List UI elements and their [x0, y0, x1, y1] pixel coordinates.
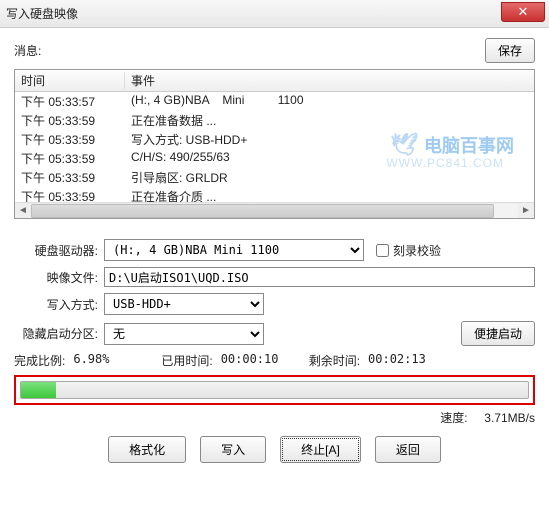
hidden-select[interactable]: 无 — [104, 323, 264, 345]
portable-boot-button[interactable]: 便捷启动 — [461, 321, 535, 346]
col-event[interactable]: 事件 — [125, 72, 534, 89]
log-row[interactable]: 下午 05:33:59正在准备数据 ... — [15, 111, 534, 130]
hidden-row: 隐藏启动分区: 无 便捷启动 — [14, 321, 535, 346]
messages-label: 消息: — [14, 42, 485, 59]
image-path-input[interactable] — [104, 267, 535, 287]
log-row[interactable]: 下午 05:33:57(H:, 4 GB)NBA Mini 1100 — [15, 92, 534, 111]
scroll-thumb[interactable] — [31, 204, 494, 218]
back-button[interactable]: 返回 — [375, 436, 441, 463]
percent-value: 6.98% — [73, 352, 153, 369]
window-title: 写入硬盘映像 — [6, 5, 78, 22]
dialog-content: 消息: 保存 时间 事件 🕊 电脑百事网 WWW.PC841.COM 下午 05… — [0, 28, 549, 473]
drive-row: 硬盘驱动器: (H:, 4 GB)NBA Mini 1100 刻录校验 — [14, 239, 535, 261]
drive-label: 硬盘驱动器: — [14, 242, 104, 259]
image-row: 映像文件: — [14, 267, 535, 287]
log-listview[interactable]: 时间 事件 🕊 电脑百事网 WWW.PC841.COM 下午 05:33:57(… — [14, 69, 535, 219]
verify-label: 刻录校验 — [393, 242, 441, 259]
elapsed-value: 00:00:10 — [221, 352, 301, 369]
messages-header-row: 消息: 保存 — [14, 38, 535, 63]
col-time[interactable]: 时间 — [15, 72, 125, 89]
percent-label: 完成比例: — [14, 352, 65, 369]
remain-label: 剩余时间: — [309, 352, 360, 369]
verify-checkbox[interactable] — [376, 244, 389, 257]
image-label: 映像文件: — [14, 269, 104, 286]
log-row[interactable]: 下午 05:33:59C/H/S: 490/255/63 — [15, 149, 534, 168]
write-button[interactable]: 写入 — [200, 436, 266, 463]
mode-select[interactable]: USB-HDD+ — [104, 293, 264, 315]
speed-row: 速度: 3.71MB/s — [14, 409, 535, 426]
save-button[interactable]: 保存 — [485, 38, 535, 63]
elapsed-label: 已用时间: — [161, 352, 212, 369]
abort-button[interactable]: 终止[A] — [280, 436, 361, 463]
scroll-right-icon[interactable]: ► — [518, 205, 534, 216]
speed-label: 速度: — [440, 411, 467, 425]
verify-checkbox-wrap[interactable]: 刻录校验 — [376, 242, 441, 259]
button-row: 格式化 写入 终止[A] 返回 — [14, 436, 535, 463]
format-button[interactable]: 格式化 — [108, 436, 186, 463]
scroll-left-icon[interactable]: ◄ — [15, 205, 31, 216]
title-bar: 写入硬盘映像 ✕ — [0, 0, 549, 28]
mode-label: 写入方式: — [14, 296, 104, 313]
log-row[interactable]: 下午 05:33:59写入方式: USB-HDD+ — [15, 130, 534, 149]
log-row[interactable]: 下午 05:33:59引导扇区: GRLDR — [15, 168, 534, 187]
progress-highlight-frame — [14, 375, 535, 405]
hidden-label: 隐藏启动分区: — [14, 325, 104, 342]
progress-fill — [21, 382, 56, 398]
log-header: 时间 事件 — [15, 70, 534, 92]
mode-row: 写入方式: USB-HDD+ — [14, 293, 535, 315]
speed-value: 3.71MB/s — [484, 411, 535, 425]
log-row[interactable]: 下午 05:33:59正在准备介质 ... — [15, 187, 534, 202]
remain-value: 00:02:13 — [368, 352, 426, 369]
close-button[interactable]: ✕ — [501, 2, 545, 22]
stats-row: 完成比例: 6.98% 已用时间: 00:00:10 剩余时间: 00:02:1… — [14, 352, 535, 369]
horizontal-scrollbar[interactable]: ◄ ► — [15, 202, 534, 218]
log-body: 🕊 电脑百事网 WWW.PC841.COM 下午 05:33:57(H:, 4 … — [15, 92, 534, 202]
scroll-track[interactable] — [31, 204, 518, 218]
drive-select[interactable]: (H:, 4 GB)NBA Mini 1100 — [104, 239, 364, 261]
progress-bar — [20, 381, 529, 399]
